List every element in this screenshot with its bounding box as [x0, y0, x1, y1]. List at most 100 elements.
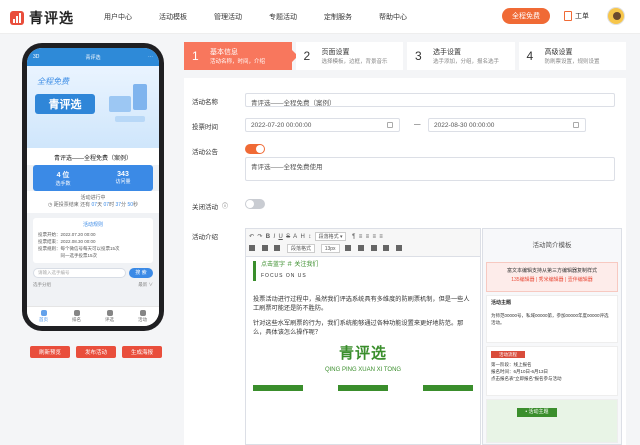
bold-icon[interactable]: B: [266, 234, 270, 240]
close-toggle[interactable]: [245, 199, 265, 209]
card3-title: 活动流程: [491, 351, 525, 358]
free-button[interactable]: 全程免费: [502, 8, 550, 24]
nav-templates[interactable]: 活动模板: [159, 12, 187, 22]
refresh-preview-button[interactable]: 刷新预览: [30, 346, 70, 358]
tab-activity-label: 活动: [138, 317, 147, 322]
template-card[interactable]: 富文本编辑支持从第三方编辑器复制样式 135编辑器 | 秀米编辑器 | 壹伴编辑…: [486, 262, 618, 292]
link-icon[interactable]: [345, 245, 352, 252]
group-select-label: 选手分组: [33, 282, 51, 287]
phone-screen: 3D 青评选 ⋯ 全程免费 青评选 青评选——全程免费（案例） 4 位选手数 3…: [27, 48, 159, 326]
card2-text: 为师范00000号，私域00000第，参加00000年度00000评选活动。: [491, 313, 609, 325]
tab-activity[interactable]: 活动: [126, 307, 159, 326]
phone-banner: 全程免费 青评选: [27, 66, 159, 148]
undo-icon[interactable]: ↶: [249, 234, 254, 240]
italic-icon[interactable]: I: [273, 234, 275, 240]
rule-line: 同一选手投票15次: [38, 253, 98, 258]
video-icon[interactable]: [383, 245, 390, 252]
notice-textarea[interactable]: 青评选——全程免费使用: [245, 157, 615, 181]
main-nav: 用户中心 活动模板 管理活动 专题活动 定制服务 帮助中心: [104, 12, 434, 22]
paragraph-format-select[interactable]: 段落格式: [287, 243, 316, 253]
line-height-icon[interactable]: ↕: [308, 234, 311, 240]
publish-button[interactable]: 发布活动: [76, 346, 116, 358]
source-icon[interactable]: [249, 245, 255, 252]
tab-rank-label: 排名: [72, 317, 81, 322]
font-color-icon[interactable]: A: [293, 234, 297, 240]
phone-rules: 活动规则 投票开始：2022.07.20 00:00 投票结束：2022.08.…: [33, 218, 153, 263]
basic-info-form: 活动名称 青评选——全程免费（案例） 投票时间 2022-07-20 00:00…: [184, 78, 626, 445]
order-link[interactable]: 工单: [564, 11, 589, 21]
template-card[interactable]: 活动主题 为师范00000号，私域00000第，参加00000年度00000评选…: [486, 295, 618, 343]
rule-line: 投票开始：2022.07.20 00:00: [38, 232, 96, 237]
activity-icon: [139, 310, 146, 316]
editor-content[interactable]: 点击蓝字 ＃ 关注我们 FOCUS ON US 投票活动进行过程中，虽然我们评选…: [246, 257, 480, 395]
logo-icon: [10, 11, 24, 25]
align-center-icon[interactable]: ≡: [366, 234, 370, 240]
time-label: 投票时间: [192, 124, 218, 131]
nav-user-center[interactable]: 用户中心: [104, 12, 132, 22]
follow-line: 点击蓝字 ＃ 关注我们: [261, 262, 319, 268]
banner-brand: 青评选: [35, 94, 95, 114]
avatar[interactable]: [607, 7, 625, 25]
logo-text: 青评选: [29, 10, 74, 26]
activity-name-input[interactable]: 青评选——全程免费（案例）: [245, 93, 615, 107]
step-sub: 活动名称，时间，介绍: [210, 59, 266, 65]
notice-toggle[interactable]: [245, 144, 265, 154]
redo-icon[interactable]: ↷: [257, 234, 262, 240]
vote-icon: [106, 310, 113, 316]
countdown-hours-unit: 时: [109, 202, 115, 208]
phone-search-input[interactable]: 请输入选手编号: [33, 268, 126, 278]
tab-vote-label: 评选: [105, 317, 114, 322]
phone-search-button[interactable]: 搜 索: [129, 268, 153, 278]
nav-help[interactable]: 帮助中心: [379, 12, 407, 22]
step-title: 高级设置: [544, 49, 573, 56]
tab-rank[interactable]: 排名: [60, 307, 93, 326]
step-title: 基本信息: [210, 49, 238, 56]
rule-line: 投票结束：2022.08.30 00:00: [38, 239, 96, 244]
banner-free-text: 全程免费: [37, 77, 69, 86]
name-label: 活动名称: [192, 99, 218, 106]
heading-icon[interactable]: H: [301, 234, 305, 240]
document-icon: [564, 11, 572, 21]
underline-icon[interactable]: U: [278, 234, 282, 240]
image-icon[interactable]: [357, 245, 364, 252]
align-left-icon[interactable]: ≡: [359, 234, 363, 240]
step-basic-info[interactable]: 1 基本信息活动名称，时间，介绍: [184, 42, 297, 70]
paragraph-icon[interactable]: ¶: [352, 234, 355, 240]
stat-visits-value: 343: [117, 171, 129, 178]
step-page-settings[interactable]: 2 页面设置 选择模板，边框，背景音乐: [295, 42, 403, 70]
phone-group-select[interactable]: 选手分组 最新 ∨: [33, 282, 153, 288]
notice-label: 活动公告: [192, 149, 218, 156]
card4-label: • 活动主题: [517, 408, 557, 417]
step-player-settings[interactable]: 3 选手设置 选手添加，分组，报名选手: [407, 42, 515, 70]
align-justify-icon[interactable]: ≡: [379, 234, 383, 240]
align-right-icon[interactable]: ≡: [372, 234, 376, 240]
nav-custom[interactable]: 定制服务: [324, 12, 352, 22]
format-icon[interactable]: [274, 245, 281, 252]
paragraph-dropdown[interactable]: 段落格式 ▾: [314, 231, 347, 241]
tab-home[interactable]: 首页: [27, 307, 60, 326]
font-size-select[interactable]: 13px: [320, 243, 340, 253]
start-time-input[interactable]: 2022-07-20 00:00:00: [245, 118, 400, 132]
clear-icon[interactable]: [395, 245, 402, 252]
card2-title: 活动主题: [491, 300, 512, 306]
banner-illustration: [105, 78, 151, 126]
text-color-icon[interactable]: [261, 245, 268, 252]
step-advanced-settings[interactable]: 4 高级设置 防刷票设置，规则设置: [518, 42, 626, 70]
strike-icon[interactable]: S: [286, 234, 290, 240]
step-sub: 选择模板，边框，背景音乐: [321, 59, 388, 65]
intro-paragraph-1: 投票活动进行过程中，虽然我们评选系统具有多维度的防刷票机制，但是一些人工刷票可能…: [253, 296, 470, 312]
end-time-input[interactable]: 2022-08-30 00:00:00: [428, 118, 586, 132]
table-icon[interactable]: [370, 245, 377, 252]
logo[interactable]: 青评选: [10, 8, 74, 28]
nav-topics[interactable]: 专题活动: [269, 12, 297, 22]
nav-manage[interactable]: 管理活动: [214, 12, 242, 22]
template-card[interactable]: • 活动主题: [486, 399, 618, 443]
phone-tab-bar: 首页 排名 评选 活动: [27, 306, 159, 326]
tab-vote[interactable]: 评选: [93, 307, 126, 326]
template-card[interactable]: 活动流程 第一阶段：线上报名 报名时间：6月10日-6月13日 点击报名表“立即…: [486, 346, 618, 396]
poster-button[interactable]: 生成海报: [122, 346, 162, 358]
phone-countdown: 活动进行中 ◷ 距投票结束 还有 07天 07时 37分 50秒: [27, 191, 159, 213]
step-number: 1: [192, 49, 199, 63]
card3-line: 第一阶段：线上报名: [491, 362, 532, 367]
countdown-days-unit: 天: [97, 202, 103, 208]
